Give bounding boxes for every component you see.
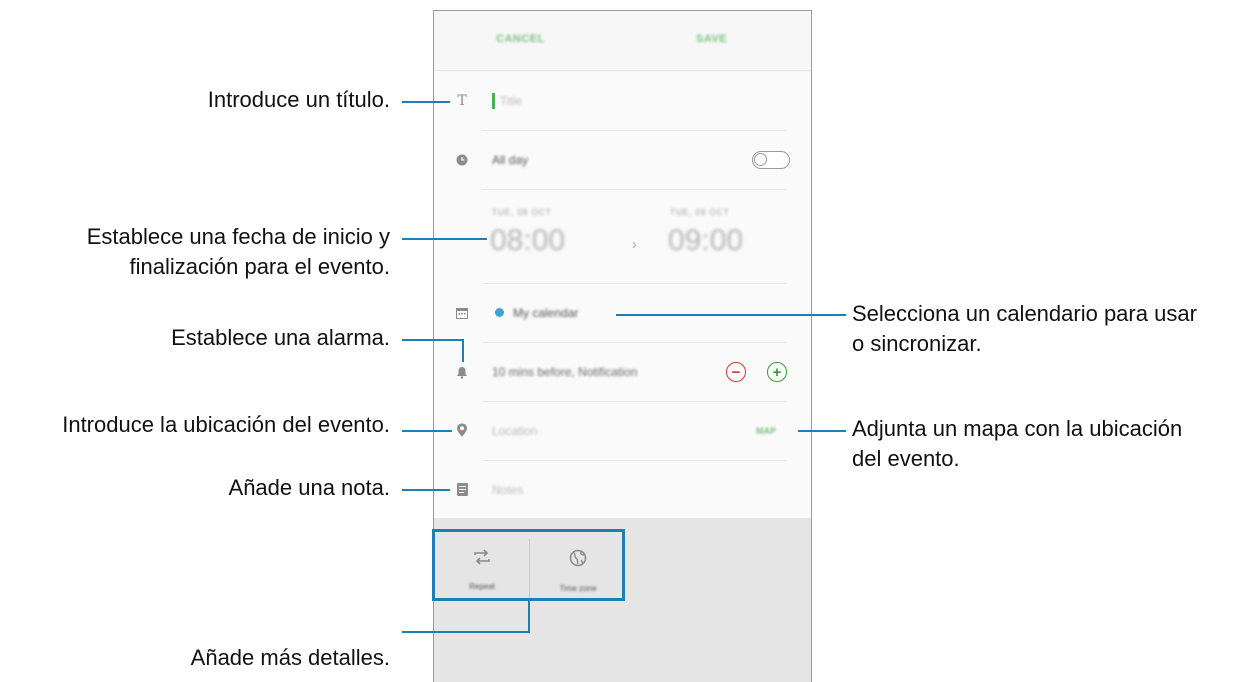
all-day-row: All day	[434, 131, 811, 189]
all-day-toggle[interactable]	[752, 151, 790, 169]
leader-line-dates	[402, 238, 487, 240]
leader-line-map	[798, 430, 846, 432]
remove-reminder-button[interactable]: −	[726, 362, 746, 382]
event-form: T Title All day TUE, 09 OCT 08:00 › TUE,…	[434, 72, 811, 518]
cancel-button[interactable]: CANCEL	[496, 33, 545, 45]
start-date[interactable]: TUE, 09 OCT	[492, 208, 551, 217]
leader-line-note	[402, 489, 450, 491]
location-pin-icon	[455, 423, 469, 437]
notes-input[interactable]: Notes	[492, 483, 523, 497]
end-date[interactable]: TUE, 09 OCT	[670, 208, 729, 217]
callout-map-1: Adjunta un mapa con la ubicación	[852, 416, 1183, 441]
title-input[interactable]: Title	[500, 94, 522, 108]
reminder-label[interactable]: 10 mins before, Notification	[492, 365, 637, 379]
date-time-row: TUE, 09 OCT 08:00 › TUE, 09 OCT 09:00	[434, 190, 811, 283]
action-bar: CANCEL SAVE	[434, 11, 811, 71]
notes-icon	[455, 482, 469, 496]
title-icon: T	[457, 93, 467, 109]
callout-alarm: Establece una alarma.	[171, 325, 390, 350]
location-input[interactable]: Location	[492, 424, 537, 438]
clock-icon	[455, 153, 469, 167]
save-button[interactable]: SAVE	[696, 33, 727, 45]
text-cursor	[492, 93, 495, 109]
callout-more-details: Añade más detalles.	[190, 645, 390, 670]
callout-calendar-2: o sincronizar.	[852, 331, 982, 356]
leader-line-alarm-v	[462, 339, 464, 362]
toggle-knob	[754, 153, 767, 166]
start-time[interactable]: 08:00	[490, 224, 565, 258]
leader-line-alarm	[402, 339, 464, 341]
leader-line-location	[402, 430, 452, 432]
leader-line-calendar	[616, 314, 846, 316]
add-reminder-button[interactable]: +	[767, 362, 787, 382]
arrow-right-icon: ›	[632, 236, 637, 252]
bell-icon	[455, 365, 469, 379]
calendar-color-dot	[495, 308, 504, 317]
title-row[interactable]: T Title	[434, 72, 811, 130]
leader-line-details	[402, 631, 530, 633]
calendar-name[interactable]: My calendar	[513, 306, 578, 320]
callout-dates-2: finalización para el evento.	[129, 254, 391, 279]
calendar-icon	[455, 306, 469, 320]
callout-dates-1: Establece una fecha de inicio y	[86, 224, 390, 249]
end-time[interactable]: 09:00	[668, 224, 743, 258]
location-row: Location MAP	[434, 402, 811, 460]
map-button[interactable]: MAP	[756, 426, 776, 436]
calendar-row[interactable]: My calendar	[434, 284, 811, 342]
callout-note: Añade una nota.	[228, 475, 390, 500]
all-day-label: All day	[492, 153, 529, 167]
callout-calendar-1: Selecciona un calendario para usar	[852, 301, 1197, 326]
callout-map-2: del evento.	[852, 446, 960, 471]
reminder-row: 10 mins before, Notification − +	[434, 343, 811, 401]
leader-line-details-v	[528, 600, 530, 633]
notes-row[interactable]: Notes	[434, 461, 811, 518]
details-highlight-box	[432, 529, 625, 601]
callout-title: Introduce un título.	[207, 87, 390, 112]
leader-line-title	[402, 101, 450, 103]
callout-location: Introduce la ubicación del evento.	[62, 412, 390, 437]
